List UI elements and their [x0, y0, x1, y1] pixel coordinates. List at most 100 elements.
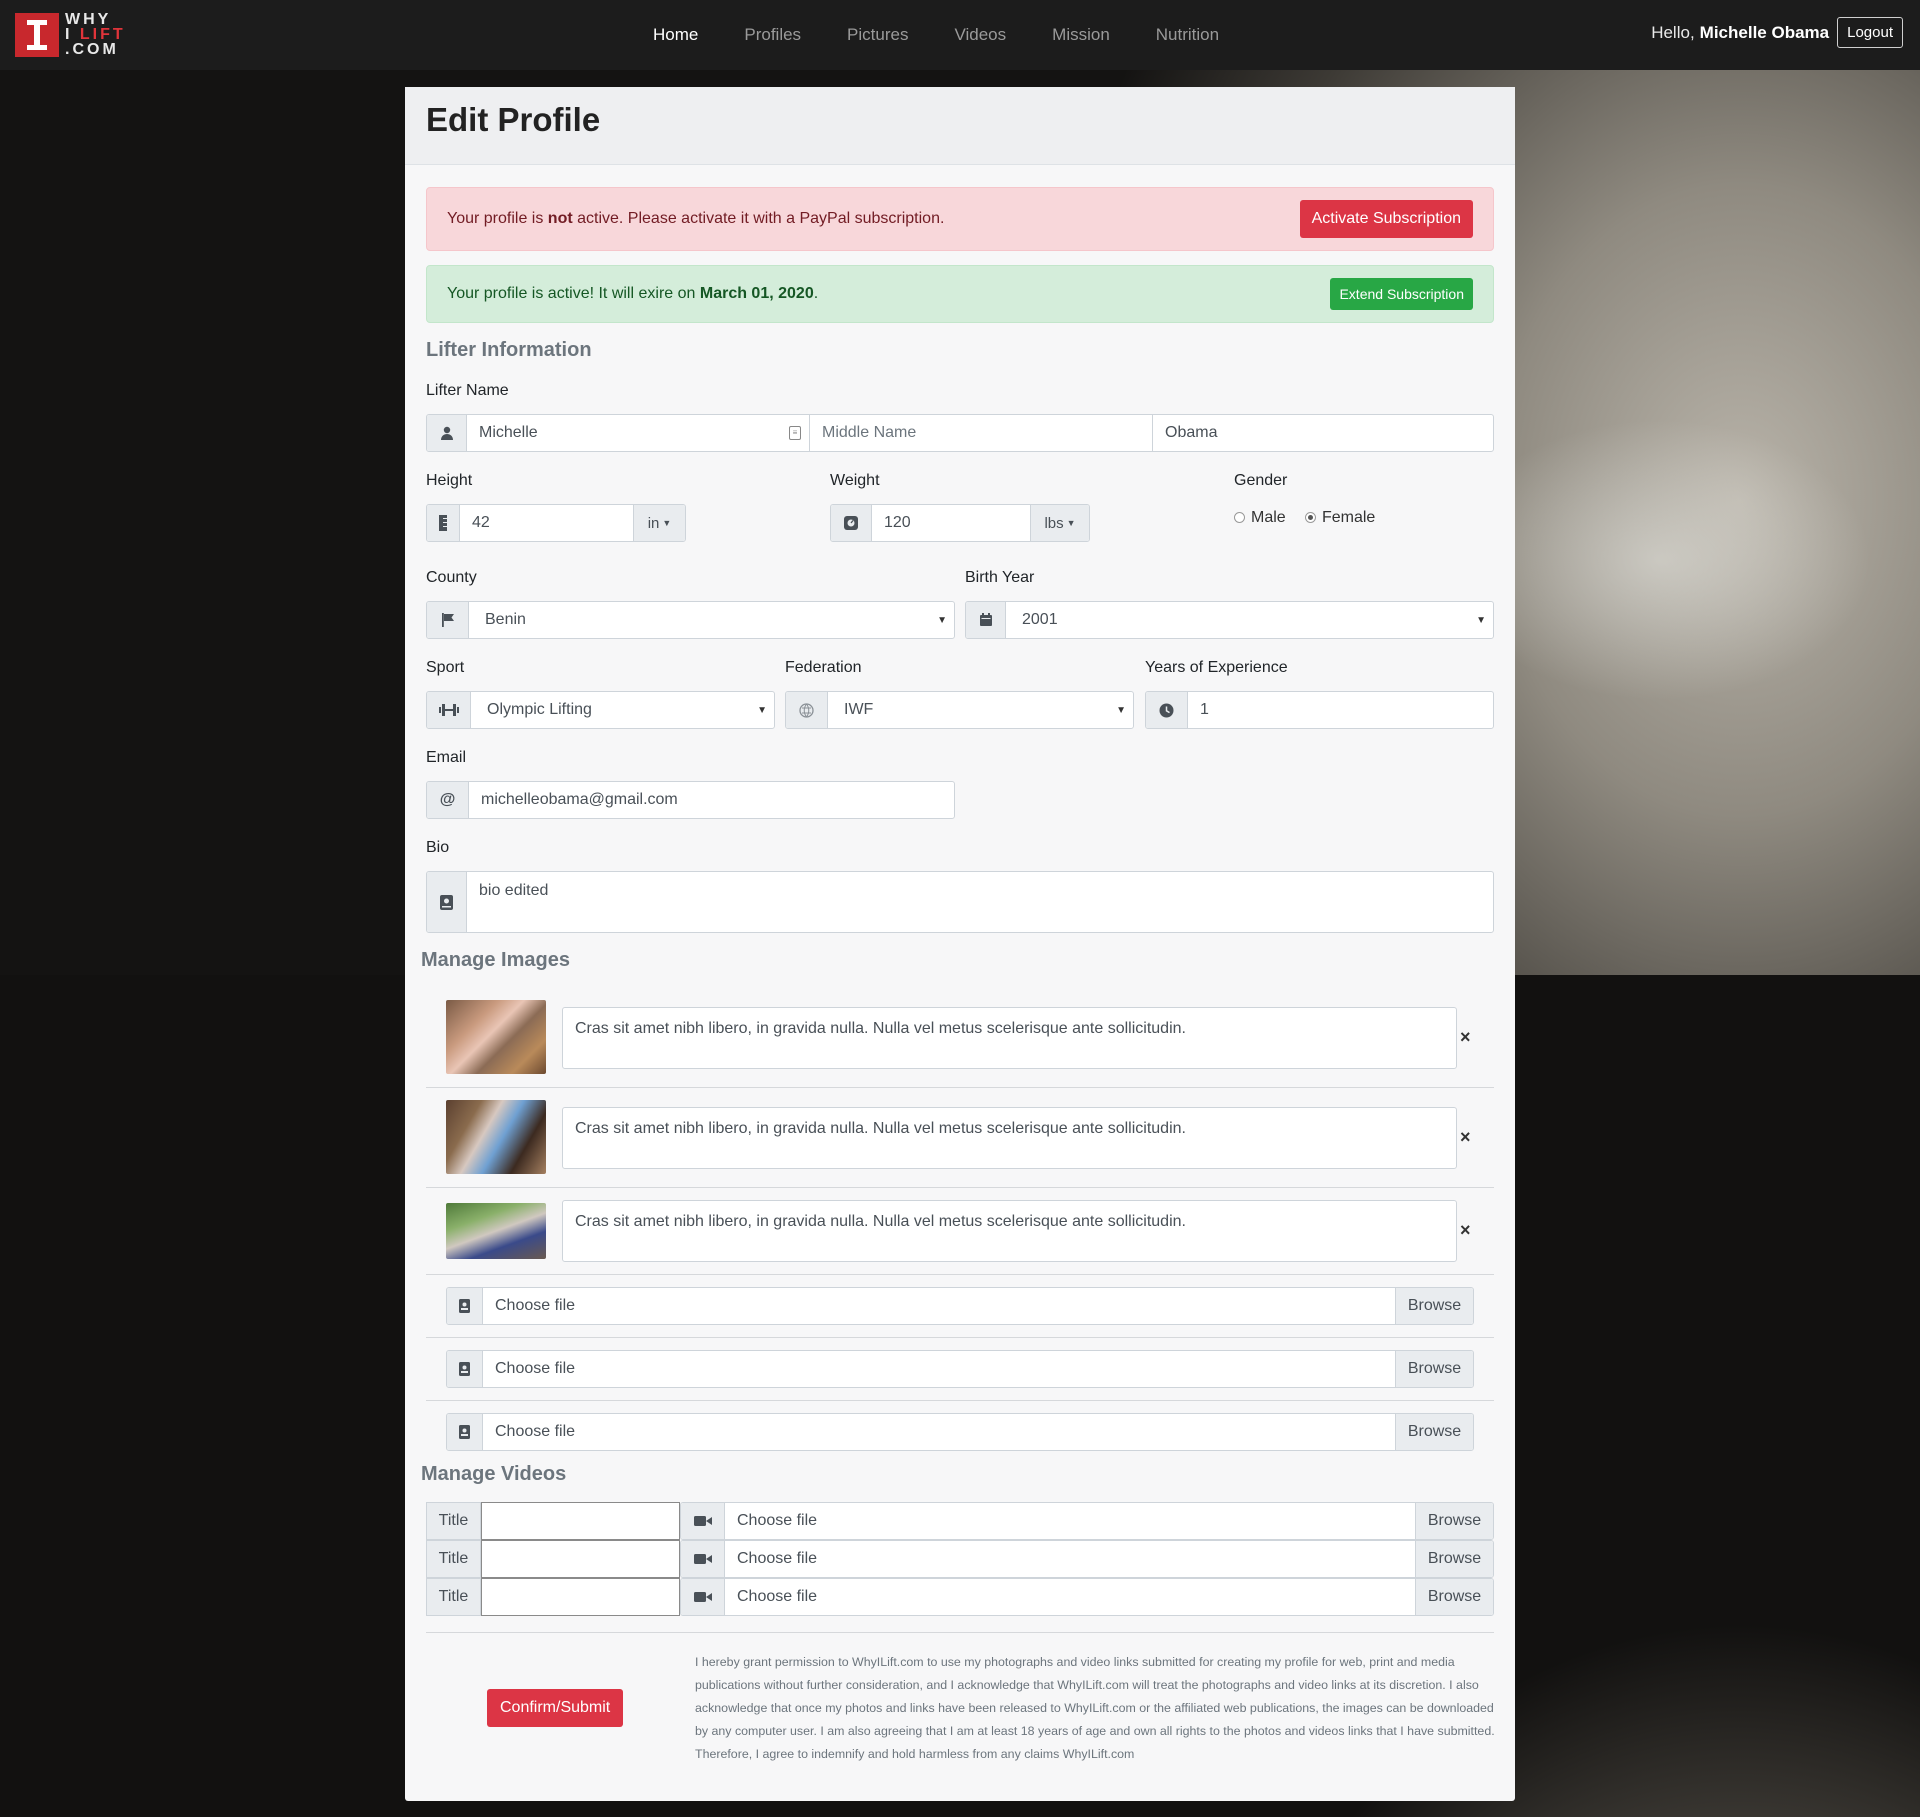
video-row: Title Choose file Browse	[426, 1502, 1494, 1540]
site-logo[interactable]: WHY I LIFT .COM	[15, 12, 126, 58]
image-thumbnail	[446, 1000, 546, 1074]
federation-label: Federation	[785, 659, 862, 676]
federation-select[interactable]: IWF ▼	[828, 692, 1133, 728]
ruler-icon	[427, 505, 460, 541]
browse-button[interactable]: Browse	[1415, 1541, 1493, 1577]
image-file-input[interactable]: Choose file Browse	[446, 1413, 1474, 1451]
country-label: County	[426, 569, 477, 586]
video-camera-icon	[681, 1503, 725, 1539]
top-navbar: WHY I LIFT .COM Home Profiles Pictures V…	[0, 0, 1920, 70]
image-file-input[interactable]: Choose file Browse	[446, 1350, 1474, 1388]
browse-button[interactable]: Browse	[1415, 1579, 1493, 1615]
image-file-input[interactable]: Choose file Browse	[446, 1287, 1474, 1325]
email-group: @ michelleobama@gmail.com	[426, 781, 955, 819]
file-name-display: Choose file	[737, 1588, 818, 1605]
video-title-addon: Title	[426, 1578, 481, 1616]
image-caption-textarea[interactable]: Cras sit amet nibh libero, in gravida nu…	[562, 1007, 1457, 1069]
video-file-input[interactable]: Choose file Browse	[680, 1540, 1494, 1578]
weight-group: 120 lbs ▼	[830, 504, 1090, 542]
dumbbell-icon	[427, 692, 471, 728]
video-row: Title Choose file Browse	[426, 1540, 1494, 1578]
image-thumbnail	[446, 1100, 546, 1174]
video-file-input[interactable]: Choose file Browse	[680, 1502, 1494, 1540]
birth-year-group: 2001 ▼	[965, 601, 1494, 639]
manage-videos-heading: Manage Videos	[421, 1463, 567, 1485]
experience-group: 1	[1145, 691, 1494, 729]
browse-button[interactable]: Browse	[1415, 1503, 1493, 1539]
nav-videos[interactable]: Videos	[931, 25, 1029, 45]
sport-select[interactable]: Olympic Lifting ▼	[471, 692, 774, 728]
height-label: Height	[426, 472, 473, 489]
image-caption-textarea[interactable]: Cras sit amet nibh libero, in gravida nu…	[562, 1200, 1457, 1262]
video-file-input[interactable]: Choose file Browse	[680, 1578, 1494, 1616]
file-name-display: Choose file	[737, 1550, 818, 1567]
weight-input[interactable]: 120	[872, 505, 1030, 541]
video-row: Title Choose file Browse	[426, 1578, 1494, 1616]
inactive-alert: Your profile is not active. Please activ…	[426, 187, 1494, 251]
video-title-input[interactable]	[481, 1540, 680, 1578]
nav-home[interactable]: Home	[630, 25, 721, 45]
nav-profiles[interactable]: Profiles	[721, 25, 824, 45]
last-name-input[interactable]: Obama	[1152, 415, 1493, 451]
divider	[426, 1400, 1494, 1401]
divider	[426, 1087, 1494, 1088]
email-input[interactable]: michelleobama@gmail.com	[469, 782, 954, 818]
page-title: Edit Profile	[426, 101, 601, 138]
video-camera-icon	[681, 1579, 725, 1615]
user-icon	[427, 415, 467, 451]
video-camera-icon	[681, 1541, 725, 1577]
lifter-name-label: Lifter Name	[426, 382, 509, 399]
first-name-input[interactable]: Michelle ≡	[467, 415, 809, 451]
height-group: 42 in ▼	[426, 504, 686, 542]
sport-group: Olympic Lifting ▼	[426, 691, 775, 729]
permission-disclaimer: I hereby grant permission to WhyILift.co…	[695, 1655, 1495, 1761]
country-select[interactable]: Benin ▼	[469, 602, 954, 638]
active-alert-text: Your profile is active! It will exire on…	[447, 285, 819, 302]
video-title-addon: Title	[426, 1502, 481, 1540]
nav-mission[interactable]: Mission	[1029, 25, 1133, 45]
remove-image-icon[interactable]: ×	[1460, 1027, 1471, 1048]
browse-button[interactable]: Browse	[1395, 1288, 1473, 1324]
flag-icon	[427, 602, 469, 638]
image-caption-textarea[interactable]: Cras sit amet nibh libero, in gravida nu…	[562, 1107, 1457, 1169]
greeting-text: Hello,	[1651, 22, 1695, 42]
calendar-icon	[966, 602, 1006, 638]
video-title-input[interactable]	[481, 1578, 680, 1616]
gender-male-radio[interactable]: Male	[1234, 509, 1286, 527]
height-unit-dropdown[interactable]: in ▼	[633, 505, 685, 541]
bio-textarea[interactable]: bio edited	[467, 872, 1493, 932]
gender-radio-group: Male Female	[1234, 507, 1389, 529]
browse-button[interactable]: Browse	[1395, 1414, 1473, 1450]
manage-images-heading: Manage Images	[421, 949, 570, 971]
active-alert: Your profile is active! It will exire on…	[426, 265, 1494, 323]
image-file-icon	[447, 1288, 483, 1324]
lifter-info-heading: Lifter Information	[426, 339, 592, 361]
remove-image-icon[interactable]: ×	[1460, 1220, 1471, 1241]
gender-female-radio[interactable]: Female	[1304, 509, 1375, 527]
gender-label: Gender	[1234, 472, 1288, 489]
sport-label: Sport	[426, 659, 465, 676]
barbell-logo-icon	[15, 12, 59, 57]
birth-year-select[interactable]: 2001 ▼	[1006, 602, 1493, 638]
remove-image-icon[interactable]: ×	[1460, 1127, 1471, 1148]
weight-unit-dropdown[interactable]: lbs ▼	[1030, 505, 1089, 541]
user-greeting: Hello, Michelle Obama Logout	[1651, 17, 1903, 48]
nav-pictures[interactable]: Pictures	[824, 25, 931, 45]
divider	[426, 1274, 1494, 1275]
logout-button[interactable]: Logout	[1837, 17, 1903, 48]
video-title-input[interactable]	[481, 1502, 680, 1540]
experience-input[interactable]: 1	[1188, 692, 1493, 728]
edit-profile-card: Edit Profile Your profile is not active.…	[405, 87, 1515, 1801]
middle-name-input[interactable]: Middle Name	[809, 415, 1152, 451]
user-name: Michelle Obama	[1699, 22, 1830, 42]
divider	[426, 1337, 1494, 1338]
height-input[interactable]: 42	[460, 505, 633, 541]
extend-subscription-button[interactable]: Extend Subscription	[1330, 278, 1473, 310]
bio-group: bio edited	[426, 871, 1494, 933]
nav-nutrition[interactable]: Nutrition	[1133, 25, 1242, 45]
main-nav: Home Profiles Pictures Videos Mission Nu…	[630, 0, 1242, 70]
activate-subscription-button[interactable]: Activate Subscription	[1299, 200, 1473, 238]
scale-icon	[831, 505, 872, 541]
browse-button[interactable]: Browse	[1395, 1351, 1473, 1387]
confirm-submit-button[interactable]: Confirm/Submit	[487, 1689, 624, 1727]
